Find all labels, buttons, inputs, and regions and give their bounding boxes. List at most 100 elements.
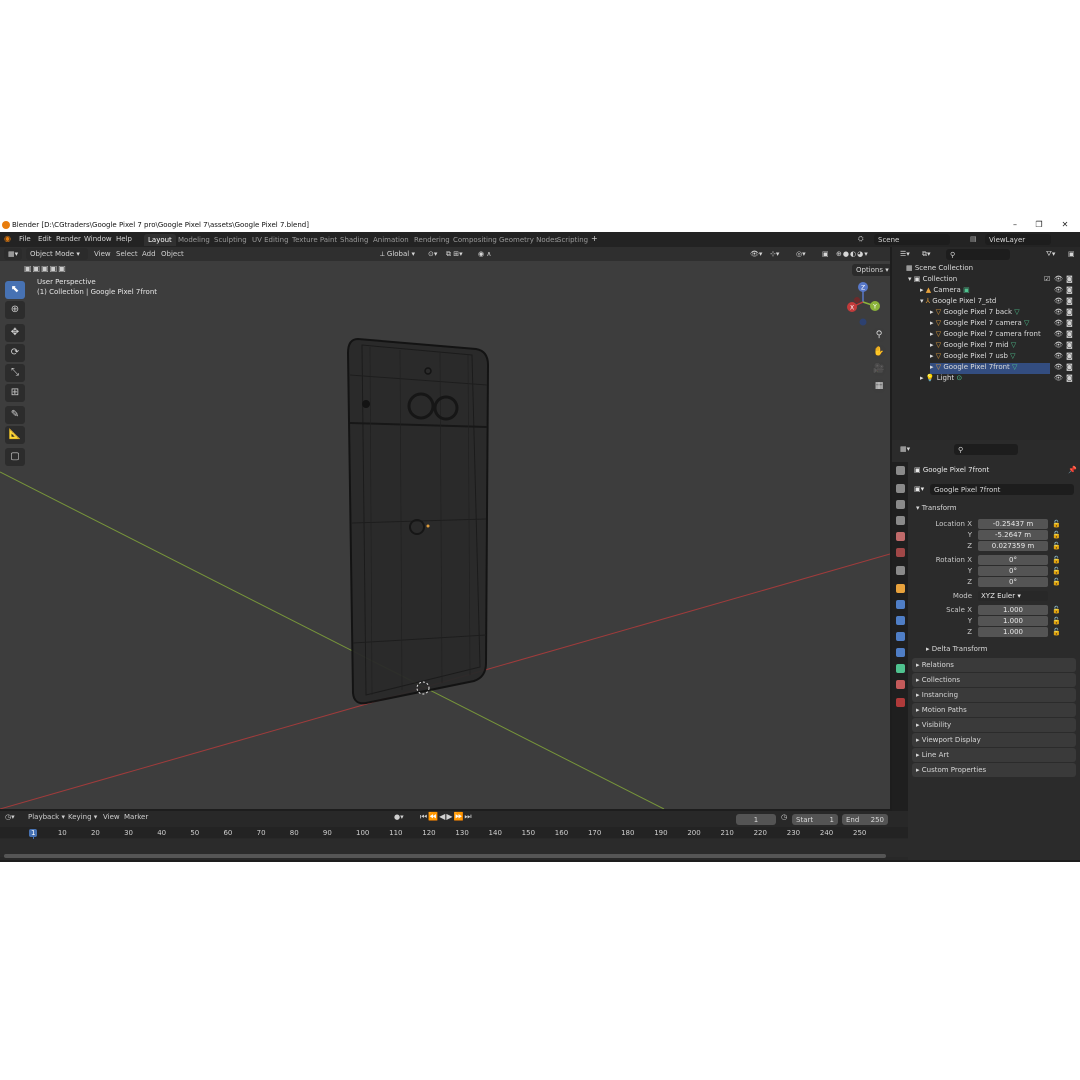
scale-lock-icons[interactable]: 🔓 🔓 🔓: [1052, 605, 1061, 638]
tab-scripting[interactable]: Scripting: [553, 234, 592, 246]
navigation-gizmo[interactable]: Z Y X: [838, 277, 888, 327]
scale-y-field[interactable]: 1.000: [978, 616, 1048, 626]
pan-hand-icon[interactable]: ✋: [872, 345, 886, 359]
pin-icon[interactable]: 📌: [1068, 466, 1077, 474]
visibility-icon[interactable]: 👁: [1054, 319, 1063, 327]
clock-icon[interactable]: ◷: [781, 813, 787, 821]
tab-layout[interactable]: Layout: [144, 234, 176, 246]
outliner-item-pixel-usb[interactable]: ▸ ▽ Google Pixel 7 usb ▽: [930, 352, 1016, 363]
new-collection-icon[interactable]: ▣: [1064, 248, 1079, 260]
tool-tab-icon[interactable]: [896, 466, 905, 475]
visibility-icon[interactable]: 👁: [1054, 286, 1063, 294]
material-tab-icon[interactable]: [896, 680, 905, 689]
start-frame-field[interactable]: Start 1: [792, 814, 838, 825]
filter-icon[interactable]: ⛛▾: [1042, 248, 1059, 260]
rotation-mode-dropdown[interactable]: XYZ Euler ▾: [978, 591, 1048, 601]
world-tab-icon[interactable]: [896, 548, 905, 557]
view-layer-selector[interactable]: ViewLayer: [985, 234, 1051, 245]
rotation-z-field[interactable]: 0°: [978, 577, 1048, 587]
visibility-icon[interactable]: 👁: [1054, 330, 1063, 338]
render-icon[interactable]: ◙: [1066, 297, 1073, 305]
outliner-item-light[interactable]: ▸ 💡 Light ⊙: [920, 374, 962, 385]
timeline-marker-menu[interactable]: Marker: [124, 813, 148, 821]
lock-icons[interactable]: 🔓 🔓 🔓: [1052, 519, 1061, 552]
menu-edit[interactable]: Edit: [38, 235, 52, 243]
outliner-collection[interactable]: ▾ ▣ Collection: [908, 275, 957, 286]
relations-panel[interactable]: ▸ Relations: [912, 658, 1076, 672]
particles-tab-icon[interactable]: [896, 616, 905, 625]
collection-visibility-icon[interactable]: 👁: [1054, 275, 1063, 283]
tab-rendering[interactable]: Rendering: [410, 234, 454, 246]
tab-uv-editing[interactable]: UV Editing: [248, 234, 293, 246]
location-x-field[interactable]: -0.25437 m: [978, 519, 1048, 529]
tab-geometry-nodes[interactable]: Geometry Nodes: [495, 234, 562, 246]
object-name-field[interactable]: Google Pixel 7front: [930, 484, 1074, 495]
visibility-icon[interactable]: 👁: [1054, 341, 1063, 349]
outliner-scene-collection[interactable]: ▦ Scene Collection: [906, 264, 973, 275]
object-tab-icon[interactable]: [896, 584, 905, 593]
scale-x-field[interactable]: 1.000: [978, 605, 1048, 615]
motion-paths-panel[interactable]: ▸ Motion Paths: [912, 703, 1076, 717]
constraints-tab-icon[interactable]: [896, 648, 905, 657]
tab-texture-paint[interactable]: Texture Paint: [288, 234, 341, 246]
timeline-view-menu[interactable]: View: [103, 813, 120, 821]
transform-panel-header[interactable]: ▾ Transform: [912, 501, 1076, 515]
visibility-icon[interactable]: 👁: [1054, 363, 1063, 371]
zoom-icon[interactable]: ⚲: [872, 328, 886, 342]
tab-modeling[interactable]: Modeling: [174, 234, 214, 246]
timeline-playback-menu[interactable]: Playback ▾: [28, 813, 65, 821]
outliner-item-pixel-std[interactable]: ▾ ⅄ Google Pixel 7_std: [920, 297, 996, 308]
collection-render-icon[interactable]: ◙: [1066, 275, 1073, 283]
delta-transform-panel[interactable]: ▸ Delta Transform: [922, 642, 1076, 656]
close-button[interactable]: ✕: [1058, 220, 1072, 230]
render-icon[interactable]: ◙: [1066, 330, 1073, 338]
visibility-panel[interactable]: ▸ Visibility: [912, 718, 1076, 732]
menu-window[interactable]: Window: [84, 235, 112, 243]
timeline-keying-menu[interactable]: Keying ▾: [68, 813, 97, 821]
outliner-search-input[interactable]: ⚲: [946, 249, 1010, 260]
outliner-item-pixel-camera[interactable]: ▸ ▽ Google Pixel 7 camera ▽: [930, 319, 1029, 330]
render-icon[interactable]: ◙: [1066, 319, 1073, 327]
blender-menu-icon[interactable]: ◉: [4, 234, 11, 243]
camera-view-icon[interactable]: 🎥: [872, 362, 886, 376]
rotation-lock-icons[interactable]: 🔓 🔓 🔓: [1052, 555, 1061, 588]
add-workspace-button[interactable]: +: [591, 234, 598, 243]
data-tab-icon[interactable]: [896, 664, 905, 673]
frame-ruler[interactable]: [0, 827, 908, 838]
timeline-editor-type[interactable]: ◷▾: [5, 813, 15, 821]
menu-help[interactable]: Help: [116, 235, 132, 243]
scene-selector[interactable]: Scene: [874, 234, 950, 245]
physics-tab-icon[interactable]: [896, 632, 905, 641]
output-tab-icon[interactable]: [896, 500, 905, 509]
maximize-button[interactable]: ❐: [1032, 220, 1046, 230]
collection-checkbox[interactable]: ☑: [1044, 275, 1050, 283]
outliner-item-camera[interactable]: ▸ ▲ Camera ▣: [920, 286, 970, 297]
tab-compositing[interactable]: Compositing: [449, 234, 501, 246]
render-icon[interactable]: ◙: [1066, 341, 1073, 349]
custom-properties-panel[interactable]: ▸ Custom Properties: [912, 763, 1076, 777]
tab-sculpting[interactable]: Sculpting: [210, 234, 251, 246]
render-icon[interactable]: ◙: [1066, 286, 1073, 294]
outliner-item-pixel-front[interactable]: ▸ ▽ Google Pixel 7front ▽: [930, 363, 1050, 374]
visibility-icon[interactable]: 👁: [1054, 297, 1063, 305]
collection-tab-icon[interactable]: [896, 566, 905, 575]
3d-viewport[interactable]: ▦▾ Object Mode ▾ View Select Add Object …: [0, 247, 890, 809]
outliner-editor-type[interactable]: ☰▾: [896, 248, 914, 260]
visibility-icon[interactable]: 👁: [1054, 352, 1063, 360]
timeline[interactable]: ◷▾ Playback ▾ Keying ▾ View Marker ●▾ ⏮⏪…: [0, 811, 908, 860]
collections-panel[interactable]: ▸ Collections: [912, 673, 1076, 687]
scene-tab-icon[interactable]: [896, 532, 905, 541]
rotation-y-field[interactable]: 0°: [978, 566, 1048, 576]
properties-editor-type[interactable]: ▦▾: [896, 443, 914, 455]
render-icon[interactable]: ◙: [1066, 363, 1073, 371]
end-frame-field[interactable]: End 250: [842, 814, 888, 825]
render-icon[interactable]: ◙: [1066, 352, 1073, 360]
visibility-icon[interactable]: 👁: [1054, 308, 1063, 316]
properties-search-input[interactable]: ⚲: [954, 444, 1018, 455]
location-z-field[interactable]: 0.027359 m: [978, 541, 1048, 551]
current-frame-field[interactable]: 1: [736, 814, 776, 825]
render-icon[interactable]: ◙: [1066, 374, 1073, 382]
line-art-panel[interactable]: ▸ Line Art: [912, 748, 1076, 762]
menu-render[interactable]: Render: [56, 235, 81, 243]
view-layer-tab-icon[interactable]: [896, 516, 905, 525]
